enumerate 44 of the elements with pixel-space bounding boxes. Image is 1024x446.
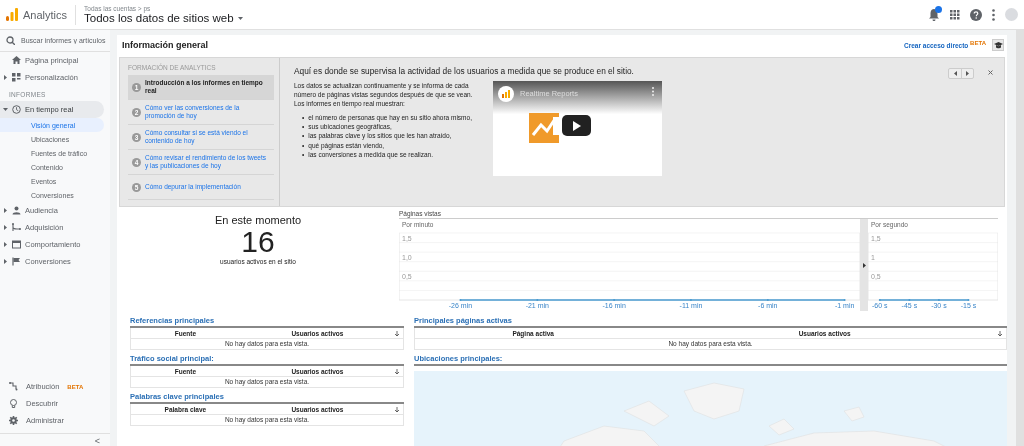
lightbulb-icon: [9, 399, 18, 408]
sort-arrow-icon[interactable]: [998, 330, 1002, 336]
close-button[interactable]: [988, 70, 993, 75]
active-users-count: 16: [240, 226, 276, 258]
branch-icon: [12, 223, 21, 232]
collapse-button[interactable]: <: [92, 436, 102, 446]
analytics-logo-icon: [6, 8, 18, 21]
next-icon: [966, 71, 969, 76]
sort-arrow-icon[interactable]: [395, 406, 399, 412]
person-icon: [12, 206, 21, 215]
previous-icon: [953, 71, 957, 76]
settings-icon: [9, 416, 18, 425]
dashboard-grid-icon: [12, 73, 21, 82]
play-button[interactable]: [562, 115, 591, 136]
dropdown-caret-icon: [237, 16, 243, 20]
more-button[interactable]: [992, 8, 995, 21]
path-icon: [9, 382, 18, 391]
help-button[interactable]: [970, 8, 982, 21]
expand-toggle[interactable]: [860, 219, 868, 311]
play-icon: [572, 120, 581, 131]
apps-button[interactable]: [950, 9, 960, 20]
view-selector[interactable]: Todos los datos de sitios web: [84, 12, 243, 25]
help-icon: [970, 8, 982, 21]
window-icon: [12, 240, 21, 249]
flag-icon: [12, 257, 21, 266]
product-name: Analytics: [23, 8, 68, 21]
apps-grid-icon: [950, 9, 960, 20]
notifications-button[interactable]: [928, 8, 940, 21]
graduation-cap-icon: [993, 41, 1003, 49]
clock-icon: [12, 105, 21, 114]
search-icon: [6, 36, 15, 45]
scrollbar[interactable]: [1016, 30, 1024, 446]
more-vertical-icon: [992, 8, 995, 21]
channel-logo-icon: [498, 86, 514, 102]
section-heading: En este momento: [213, 214, 303, 226]
training-title: Aquí es donde se supervisa la actividad de los usuarios a medida que se produce en el sitio.: [294, 66, 634, 76]
home-icon: [12, 56, 21, 65]
sort-arrow-icon[interactable]: [395, 368, 399, 374]
close-icon: [988, 70, 993, 75]
sort-arrow-icon[interactable]: [395, 330, 399, 336]
bell-icon: [928, 8, 940, 21]
chevron-right-icon: [862, 262, 866, 268]
academy-button[interactable]: [992, 39, 1004, 51]
page-title: Información general: [122, 40, 209, 50]
